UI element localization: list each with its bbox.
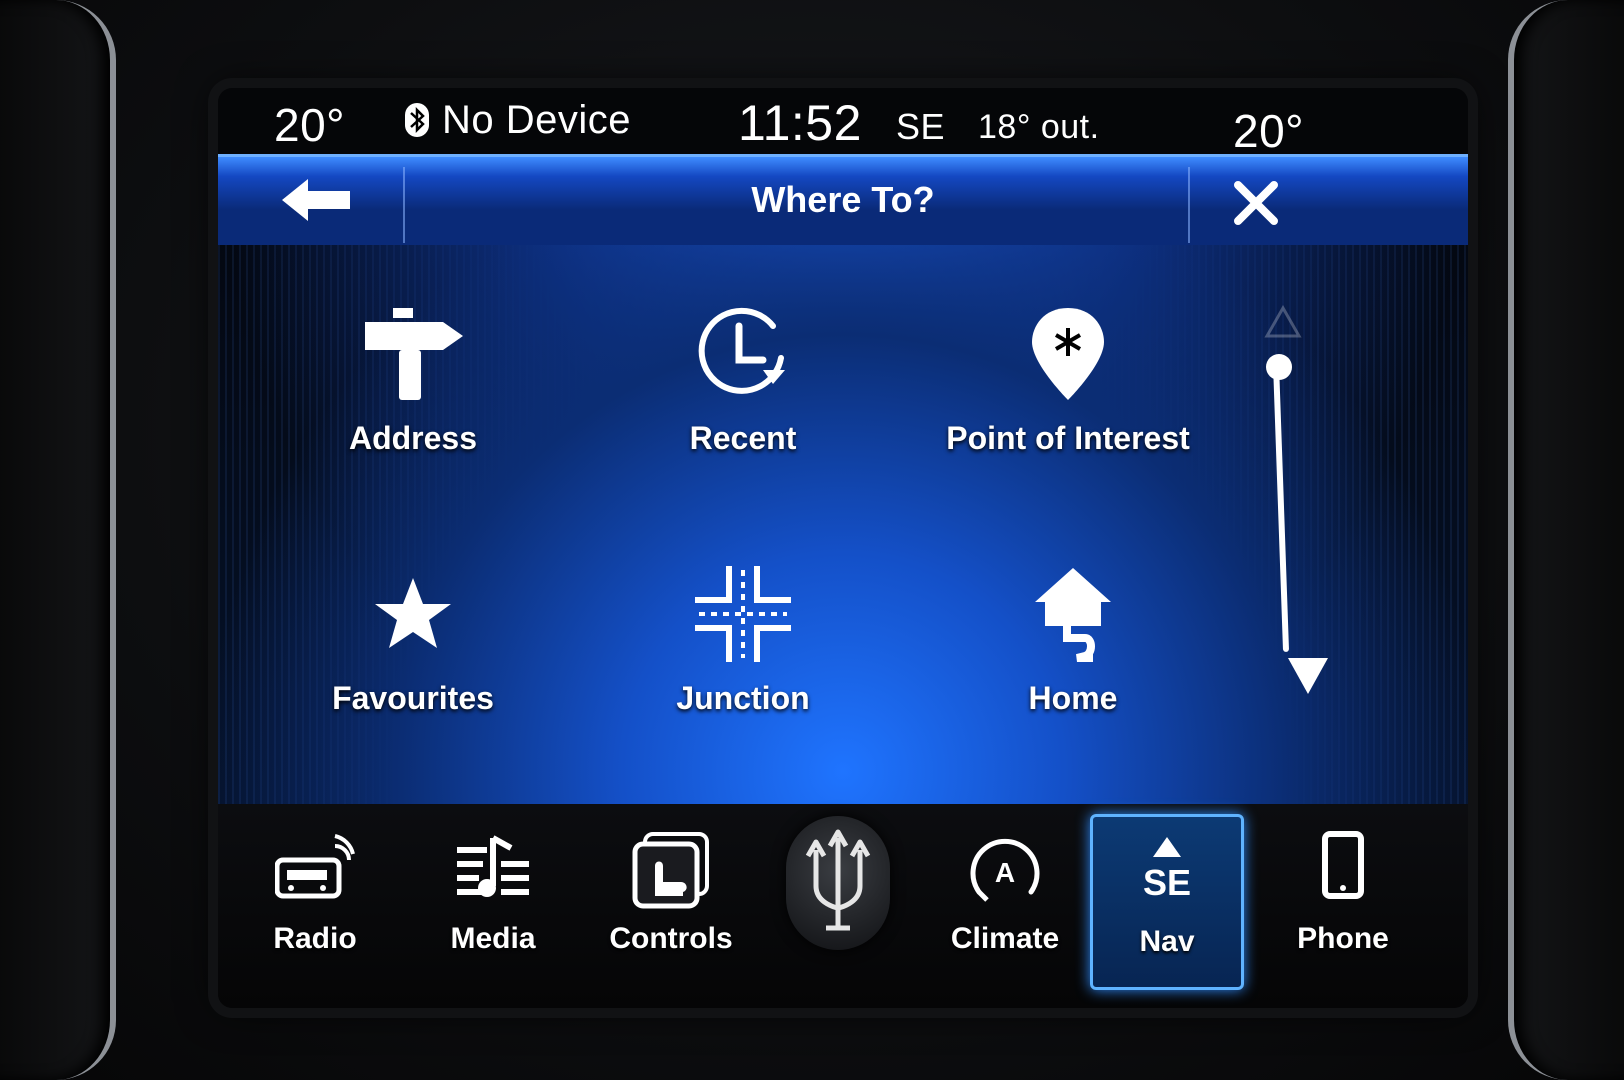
nav-nav[interactable]: SE Nav <box>1090 814 1244 990</box>
nav-label: Radio <box>273 922 357 955</box>
close-button[interactable] <box>1228 175 1288 231</box>
title-divider <box>1188 167 1190 243</box>
phone-icon <box>1303 830 1383 910</box>
scroll-thumb[interactable] <box>1266 354 1292 380</box>
status-bar: 20° No Device 11:52 SE 18° out. 20° <box>218 88 1468 157</box>
climate-icon: A <box>965 830 1045 910</box>
triangle-up-icon <box>1264 304 1302 338</box>
home-logo-button[interactable] <box>786 816 890 950</box>
nav-media[interactable]: Media <box>418 814 568 984</box>
tile-label: Junction <box>676 680 810 716</box>
tile-junction[interactable]: Junction <box>603 564 883 764</box>
tile-label: Favourites <box>332 680 494 716</box>
driver-temperature[interactable]: 20° <box>274 98 345 152</box>
star-icon <box>363 564 463 664</box>
svg-text:A: A <box>995 857 1015 888</box>
nav-label: Media <box>450 922 536 955</box>
triangle-down-icon <box>1288 658 1328 694</box>
trident-logo-icon <box>805 829 871 931</box>
media-icon <box>453 830 533 910</box>
device-status: No Device <box>442 98 632 142</box>
nav-compass-icon: SE <box>1127 833 1207 913</box>
tile-label: Recent <box>689 420 797 456</box>
air-vent-right <box>1508 0 1624 1080</box>
tile-recent[interactable]: Recent <box>603 304 883 504</box>
signpost-icon <box>363 304 463 404</box>
compass-heading: SE <box>896 106 946 147</box>
title-bar: Where To? <box>218 154 1468 245</box>
nav-heading-text: SE <box>1143 862 1191 903</box>
air-vent-left <box>0 0 116 1080</box>
nav-label: Nav <box>1139 925 1195 958</box>
bottom-nav-bar: Radio Media Controls A Climate SE Nav Ph… <box>218 804 1468 1008</box>
clock-time: 11:52 <box>738 95 862 151</box>
tile-label: Address <box>348 420 478 456</box>
bluetooth-icon <box>404 102 430 138</box>
scroll-down-button[interactable] <box>1286 654 1330 698</box>
nav-label: Phone <box>1297 922 1389 955</box>
poi-pin-icon <box>1018 304 1118 404</box>
scroll-up-button[interactable] <box>1263 302 1303 342</box>
nav-label: Climate <box>950 922 1060 955</box>
nav-label: Controls <box>609 922 733 955</box>
close-icon <box>1234 181 1278 225</box>
clock-icon <box>693 304 793 404</box>
tile-label: Home <box>1028 680 1118 716</box>
nav-climate[interactable]: A Climate <box>930 814 1080 984</box>
outside-temperature: 18° out. <box>978 108 1100 146</box>
tile-point-of-interest[interactable]: Point of Interest <box>928 304 1208 504</box>
nav-controls[interactable]: Controls <box>596 814 746 984</box>
tile-favourites[interactable]: Favourites <box>273 564 553 764</box>
home-icon <box>1023 564 1123 664</box>
nav-radio[interactable]: Radio <box>240 814 390 984</box>
tile-label: Point of Interest <box>946 420 1190 456</box>
nav-phone[interactable]: Phone <box>1268 814 1418 984</box>
controls-icon <box>631 830 711 910</box>
infotainment-screen: 20° No Device 11:52 SE 18° out. 20° Wher… <box>218 88 1468 1008</box>
tile-home[interactable]: Home <box>933 564 1213 764</box>
where-to-panel: Where To? Address Recent Point of Intere… <box>218 154 1468 804</box>
passenger-temperature[interactable]: 20° <box>1233 104 1304 158</box>
tile-address[interactable]: Address <box>273 304 553 504</box>
scroll-track[interactable] <box>1272 361 1290 653</box>
radio-icon <box>275 830 355 910</box>
junction-icon <box>693 564 793 664</box>
